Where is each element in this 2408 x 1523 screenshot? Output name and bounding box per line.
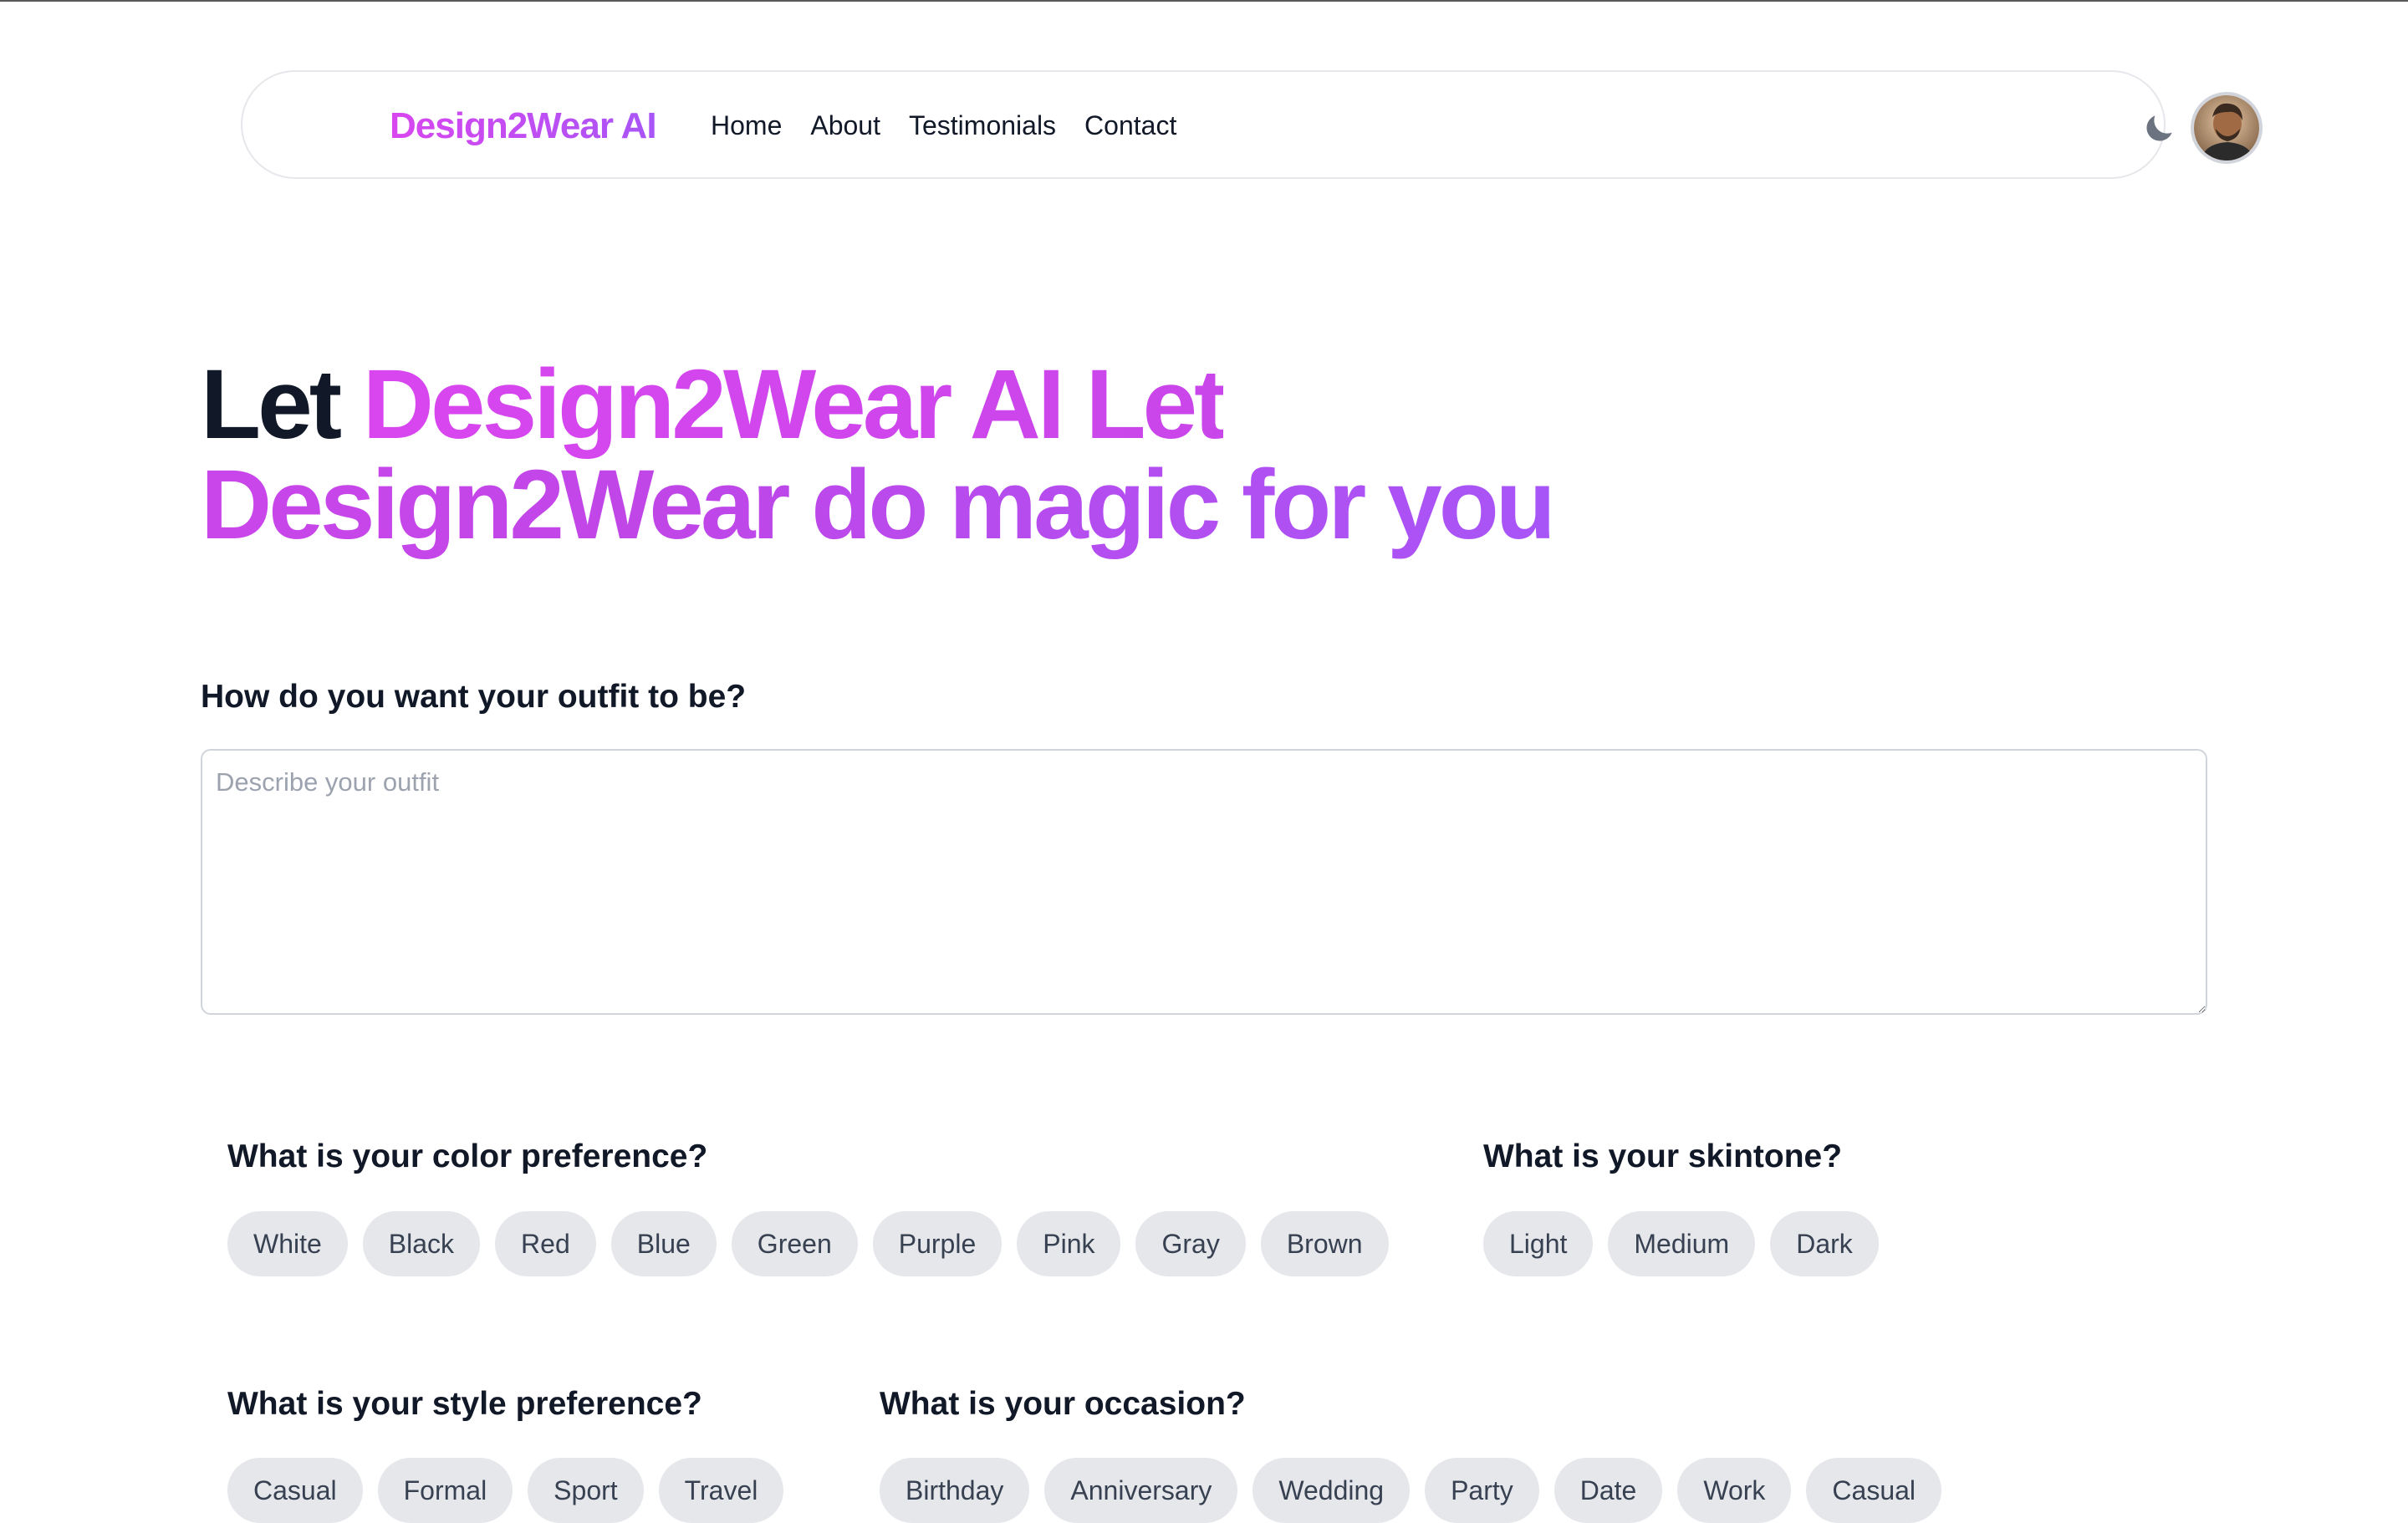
occasion-chip-party[interactable]: Party — [1425, 1458, 1539, 1523]
style-preference-options: Casual Formal Sport Travel — [227, 1458, 784, 1523]
color-chip-white[interactable]: White — [227, 1211, 348, 1276]
skintone-chip-light[interactable]: Light — [1483, 1211, 1594, 1276]
outfit-description-input[interactable] — [201, 749, 2207, 1015]
occasion-chip-date[interactable]: Date — [1553, 1458, 1663, 1523]
style-preference-label: What is your style preference? — [227, 1386, 702, 1422]
occasion-label: What is your occasion? — [880, 1386, 1246, 1422]
skintone-label: What is your skintone? — [1483, 1138, 1843, 1174]
style-chip-casual[interactable]: Casual — [227, 1458, 363, 1523]
occasion-chip-wedding[interactable]: Wedding — [1252, 1458, 1411, 1523]
hero-title-gradient: Design2Wear AI Let Design2Wear do magic … — [201, 349, 1556, 560]
navbar: Design2Wear AI Home About Testimonials C… — [241, 70, 2263, 179]
hero-title-plain: Let — [201, 349, 363, 460]
nav-links: Home About Testimonials Contact — [711, 110, 1176, 141]
avatar-image — [2194, 95, 2259, 160]
outfit-label: How do you want your outfit to be? — [201, 679, 747, 715]
occasion-options: Birthday Anniversary Wedding Party Date … — [880, 1458, 1942, 1523]
occasion-chip-anniversary[interactable]: Anniversary — [1044, 1458, 1238, 1523]
color-chip-black[interactable]: Black — [362, 1211, 481, 1276]
color-chip-pink[interactable]: Pink — [1017, 1211, 1121, 1276]
color-chip-brown[interactable]: Brown — [1260, 1211, 1389, 1276]
window-top-border — [0, 0, 2408, 2]
color-chip-blue[interactable]: Blue — [610, 1211, 717, 1276]
skintone-options: Light Medium Dark — [1483, 1211, 1879, 1276]
skintone-chip-medium[interactable]: Medium — [1608, 1211, 1756, 1276]
user-avatar[interactable] — [2191, 92, 2263, 164]
brand-logo[interactable]: Design2Wear AI — [390, 105, 657, 147]
color-chip-purple[interactable]: Purple — [872, 1211, 1002, 1276]
nav-link-contact[interactable]: Contact — [1084, 110, 1176, 141]
color-chip-gray[interactable]: Gray — [1135, 1211, 1246, 1276]
style-chip-formal[interactable]: Formal — [377, 1458, 513, 1523]
color-chip-green[interactable]: Green — [731, 1211, 858, 1276]
hero-headline: Let Design2Wear AI Let Design2Wear do ma… — [201, 354, 1622, 555]
occasion-chip-birthday[interactable]: Birthday — [880, 1458, 1030, 1523]
occasion-chip-casual[interactable]: Casual — [1806, 1458, 1942, 1523]
moon-icon[interactable] — [2140, 110, 2177, 147]
nav-link-testimonials[interactable]: Testimonials — [909, 110, 1056, 141]
nav-link-about[interactable]: About — [810, 110, 880, 141]
color-preference-label: What is your color preference? — [227, 1138, 708, 1174]
style-chip-travel[interactable]: Travel — [658, 1458, 784, 1523]
color-preference-options: White Black Red Blue Green Purple Pink G… — [227, 1211, 1389, 1276]
skintone-chip-dark[interactable]: Dark — [1770, 1211, 1879, 1276]
color-chip-red[interactable]: Red — [495, 1211, 596, 1276]
nav-link-home[interactable]: Home — [711, 110, 782, 141]
style-chip-sport[interactable]: Sport — [528, 1458, 644, 1523]
occasion-chip-work[interactable]: Work — [1677, 1458, 1792, 1523]
